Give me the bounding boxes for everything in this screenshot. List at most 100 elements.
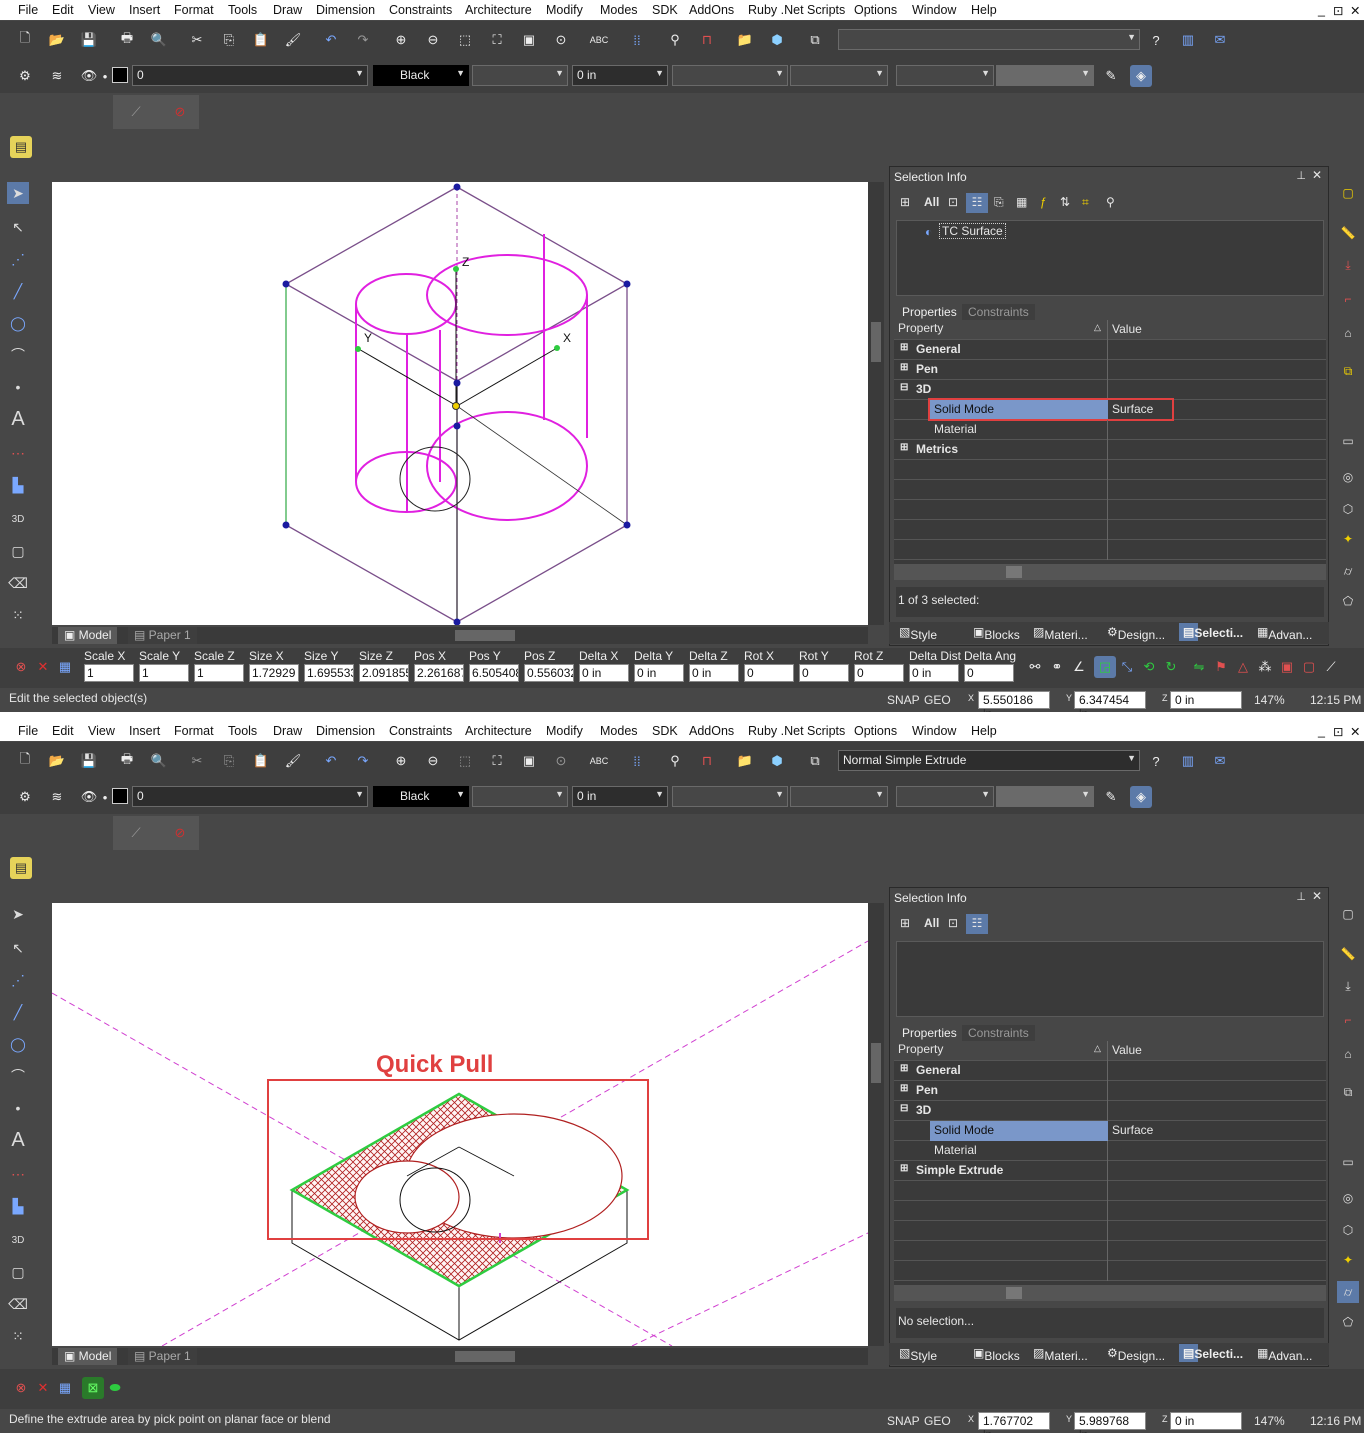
grip-point[interactable] xyxy=(453,183,461,191)
mail-icon[interactable]: ✉ xyxy=(1209,750,1231,772)
pos-z-field[interactable]: 0.556032 xyxy=(524,664,574,682)
paper-tab[interactable]: ▤ Paper 1 xyxy=(128,627,197,644)
format-painter-icon[interactable]: 🖌 xyxy=(282,750,304,772)
pan-icon[interactable]: ⊙ xyxy=(550,29,572,51)
grid-icon[interactable]: ⁞⁞ xyxy=(626,29,648,51)
library-icon[interactable]: 📁 xyxy=(734,750,756,772)
pan-icon[interactable]: ⊙ xyxy=(550,750,572,772)
drawing-canvas[interactable]: Quick Pull xyxy=(52,903,868,1346)
polyline-icon[interactable]: ⋰ xyxy=(7,248,29,270)
line-icon[interactable]: ╱ xyxy=(7,280,29,302)
all-button[interactable]: All xyxy=(924,916,939,930)
snap-icon[interactable]: ⚲ xyxy=(664,750,686,772)
mail-icon[interactable]: ✉ xyxy=(1209,29,1231,51)
eraser-icon[interactable]: ⌫ xyxy=(7,572,29,594)
corner-icon[interactable]: ⌐ xyxy=(1337,288,1359,310)
ruler-icon[interactable]: 📏 xyxy=(1337,222,1359,244)
menu-tools[interactable]: Tools xyxy=(228,3,257,17)
eraser-icon[interactable]: ⌫ xyxy=(7,1293,29,1315)
copy-icon[interactable]: ⎘ xyxy=(218,750,240,772)
line-snap-icon[interactable]: ⟋ xyxy=(125,101,147,123)
linewidth-combo[interactable]: 0 in ▼ xyxy=(572,786,668,807)
pin-icon[interactable]: ⊥ xyxy=(1296,169,1306,182)
print-preview-icon[interactable]: 🔍 xyxy=(148,29,170,51)
menu-edit[interactable]: Edit xyxy=(52,724,74,738)
3d-icon[interactable]: 3D xyxy=(7,508,29,530)
table-icon[interactable]: ▦ xyxy=(1016,195,1027,209)
delta-y-field[interactable]: 0 in xyxy=(634,664,684,682)
3d-layer-icon[interactable]: ◈ xyxy=(1130,65,1152,87)
delete-icon[interactable]: ✕ xyxy=(32,1377,54,1399)
grid-hscroll[interactable] xyxy=(894,1285,1326,1301)
tool-palette-icon[interactable]: ▤ xyxy=(10,857,32,879)
copy-props-icon[interactable]: ⎘ xyxy=(994,195,1004,210)
tab-advanced[interactable]: ▦ Advan... xyxy=(1257,625,1312,642)
extrude-icon[interactable]: ⬡ xyxy=(1337,498,1359,520)
redo-icon[interactable]: ↷ xyxy=(352,29,374,51)
close-icon[interactable]: ✕ xyxy=(1350,3,1360,18)
geo-toggle[interactable]: GEO xyxy=(924,1414,951,1428)
cut-plane-icon[interactable]: ⬠ xyxy=(1337,590,1359,612)
copy-objects-icon[interactable]: ⧉ xyxy=(1337,360,1359,382)
bounding-box-icon[interactable]: ⌗ xyxy=(1082,195,1089,210)
ruler-icon[interactable]: 📏 xyxy=(1337,943,1359,965)
print-icon[interactable]: 🖶 xyxy=(116,750,138,772)
panel-close-icon[interactable]: ✕ xyxy=(1312,889,1322,903)
grip-point[interactable] xyxy=(282,521,290,529)
layer-combo[interactable]: 0 ▼ xyxy=(132,786,368,807)
zoom-out-icon[interactable]: ⊖ xyxy=(422,750,444,772)
circle-icon[interactable]: ◯ xyxy=(7,1033,29,1055)
filter-icon[interactable]: ⊡ xyxy=(948,195,958,209)
magnet-icon[interactable]: ⊓ xyxy=(696,750,718,772)
tab-materials[interactable]: ▨ Materi... xyxy=(1033,1346,1088,1363)
scale-z-field[interactable]: 1 xyxy=(194,664,244,682)
move-icon[interactable]: ⤡ xyxy=(1116,656,1138,678)
window-icon[interactable]: ▭ xyxy=(1337,1151,1359,1173)
function-icon[interactable]: ƒ xyxy=(1040,195,1047,209)
row-pen[interactable]: ⊞ Pen xyxy=(894,360,1326,380)
tab-advanced[interactable]: ▦ Advan... xyxy=(1257,1346,1312,1363)
grid-hscroll[interactable] xyxy=(894,564,1326,580)
arc-icon[interactable]: ⌒ xyxy=(7,344,29,366)
angle-icon[interactable]: ∠ xyxy=(1068,656,1090,678)
blend-icon[interactable]: ⬬ xyxy=(104,1377,126,1399)
menu-tools[interactable]: Tools xyxy=(228,724,257,738)
linestyle-combo[interactable]: ▼ xyxy=(472,786,568,807)
menu-architecture[interactable]: Architecture xyxy=(465,724,532,738)
dimension-icon[interactable]: ⋯ xyxy=(7,442,29,464)
corner-icon[interactable]: ⌐ xyxy=(1337,1009,1359,1031)
origin-handle[interactable] xyxy=(452,402,460,410)
grid-dots-icon[interactable]: ⁙ xyxy=(7,1325,29,1347)
search-icon[interactable]: ⚲ xyxy=(1106,195,1115,209)
zoom-extents-icon[interactable]: ⛶ xyxy=(486,29,508,51)
properties-view-icon[interactable]: ☷ xyxy=(966,193,988,213)
menu-file[interactable]: File xyxy=(18,3,38,17)
close-icon[interactable]: ✕ xyxy=(1350,724,1360,739)
library-icon[interactable]: 📁 xyxy=(734,29,756,51)
filter-icon[interactable]: ⊡ xyxy=(948,916,958,930)
page-icon[interactable]: ▢ xyxy=(1337,182,1359,204)
vertical-scrollbar[interactable] xyxy=(868,903,884,1346)
snap-toggle[interactable]: SNAP xyxy=(887,1414,920,1428)
layers-manager-icon[interactable]: ⧉ xyxy=(804,29,826,51)
pin-point-icon[interactable]: ⤓ xyxy=(1337,975,1359,997)
menu-window[interactable]: Window xyxy=(912,3,956,17)
axis-icon[interactable]: ⇅ xyxy=(1060,195,1070,209)
menu-modes[interactable]: Modes xyxy=(600,3,638,17)
gear-icon[interactable]: ⚙ xyxy=(14,65,36,87)
menu-draw[interactable]: Draw xyxy=(273,3,302,17)
text-icon[interactable]: A xyxy=(7,408,29,430)
drawing-canvas[interactable]: Z X Y xyxy=(52,182,868,625)
restore-icon[interactable]: ⊡ xyxy=(1333,3,1343,18)
grid-icon[interactable]: ⁞⁞ xyxy=(626,750,648,772)
calculator-icon[interactable]: ▦ xyxy=(54,656,76,678)
triangle-icon[interactable]: △ xyxy=(1232,656,1254,678)
select-arrow-icon[interactable]: ➤ xyxy=(7,182,29,204)
row-3d[interactable]: ⊟ 3D xyxy=(894,1101,1326,1121)
copy-objects-icon[interactable]: ⧉ xyxy=(1337,1081,1359,1103)
linestyle-combo[interactable]: ▼ xyxy=(472,65,568,86)
tab-materials[interactable]: ▨ Materi... xyxy=(1033,625,1088,642)
chain-icon[interactable]: ⚭ xyxy=(1046,656,1068,678)
delta-ang-field[interactable]: 0 xyxy=(964,664,1014,682)
extrude-icon[interactable]: ⬡ xyxy=(1337,1219,1359,1241)
